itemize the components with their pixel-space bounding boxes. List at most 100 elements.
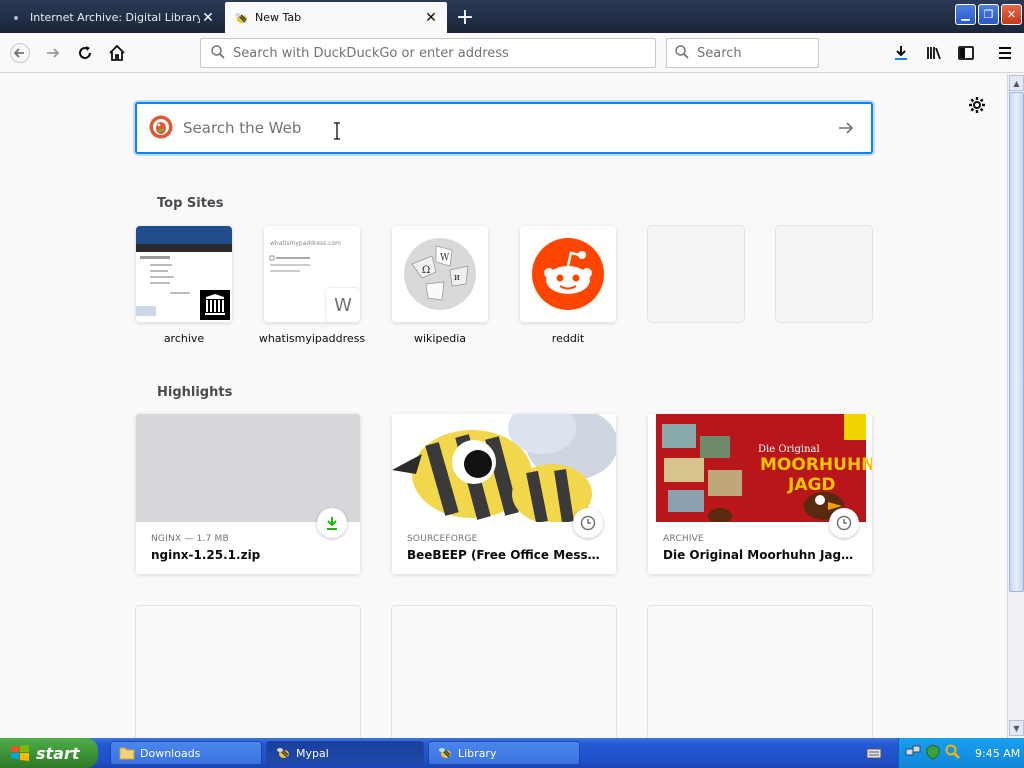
close-tab-icon[interactable]: ✕ <box>423 10 439 26</box>
top-sites-heading: Top Sites <box>157 196 224 211</box>
duckduckgo-logo-icon <box>149 115 173 142</box>
search-bar[interactable]: Search <box>666 38 819 68</box>
top-site-label: reddit <box>551 332 585 345</box>
keyboard-icon[interactable] <box>866 746 882 760</box>
highlights-heading: Highlights <box>157 385 233 400</box>
url-bar[interactable]: Search with DuckDuckGo or enter address <box>200 38 656 68</box>
clock-icon <box>829 508 859 538</box>
clock: 9:45 AM <box>975 746 1021 760</box>
sidebar-icon[interactable] <box>954 41 978 65</box>
top-site-empty-2[interactable] <box>776 226 872 322</box>
new-tab-plus-icon[interactable]: + <box>452 4 478 30</box>
top-site-label: archive <box>163 332 205 345</box>
highlight-card-empty <box>136 606 360 738</box>
taskbar-item-library[interactable]: Library <box>428 741 580 765</box>
top-site-wikipedia[interactable]: Ω W и <box>392 226 488 322</box>
tab-title: New Tab <box>255 11 302 24</box>
text-cursor-icon <box>332 122 342 140</box>
archive-dot-icon <box>8 10 24 26</box>
web-search-box[interactable]: Search the Web <box>135 102 873 154</box>
card-context: NGINX — 1.7 MB <box>151 534 229 544</box>
gear-icon[interactable] <box>966 94 988 116</box>
vertical-scrollbar[interactable]: ▲ ▼ <box>1007 74 1024 738</box>
card-title: nginx-1.25.1.zip <box>151 548 261 562</box>
highlight-card-empty <box>648 606 872 738</box>
start-label: start <box>36 743 80 763</box>
svg-text:W: W <box>440 253 450 263</box>
home-icon[interactable] <box>105 41 129 65</box>
task-label: Mypal <box>296 746 329 760</box>
bee-icon <box>233 10 249 26</box>
close-window-icon[interactable]: ✕ <box>1001 4 1022 25</box>
svg-text:и: и <box>454 273 460 283</box>
top-site-empty-1[interactable] <box>648 226 744 322</box>
back-arrow-icon[interactable] <box>8 41 32 65</box>
card-title: Die Original Moorhuhn Jagd - 2000 : Free… <box>663 548 859 562</box>
archive-logo-icon <box>198 288 232 322</box>
beebeep-bee-thumbnail <box>392 414 616 522</box>
downloads-icon[interactable] <box>889 41 913 65</box>
forward-arrow-icon[interactable] <box>41 41 65 65</box>
highlight-card-beebeep[interactable]: SOURCEFORGE BeeBEEP (Free Office Messeng… <box>392 414 616 574</box>
taskbar-item-mypal[interactable]: Mypal <box>266 741 424 765</box>
svg-text:JAGD: JAGD <box>787 475 836 495</box>
search-tray-icon[interactable] <box>945 744 961 763</box>
svg-text:Die Original: Die Original <box>758 444 820 455</box>
bee-icon <box>437 745 453 761</box>
card-title: BeeBEEP (Free Office Messenger) download… <box>407 548 603 562</box>
clock-icon <box>573 508 603 538</box>
highlight-card-empty <box>392 606 616 738</box>
scrollbar-thumb[interactable] <box>1009 92 1024 592</box>
archive-thumb-url-text: whatismypaddress.com <box>270 240 342 247</box>
network-icon[interactable] <box>905 744 921 763</box>
card-context: SOURCEFORGE <box>407 534 478 544</box>
windows-flag-icon <box>10 744 30 762</box>
download-icon <box>317 508 347 538</box>
tab-new-tab[interactable]: New Tab ✕ <box>225 2 447 33</box>
taskbar-item-downloads[interactable]: Downloads <box>110 741 262 765</box>
scroll-up-icon[interactable]: ▲ <box>1009 75 1024 91</box>
web-search-placeholder: Search the Web <box>183 119 302 137</box>
close-tab-icon[interactable]: ✕ <box>200 10 216 26</box>
top-site-reddit[interactable] <box>520 226 616 322</box>
top-site-whatismyipaddress[interactable]: whatismypaddress.com W <box>264 226 360 322</box>
security-shield-icon[interactable] <box>925 743 941 763</box>
reddit-logo-icon <box>520 226 616 322</box>
system-tray: 9:45 AM <box>898 738 1024 768</box>
tab-strip: Internet Archive: Digital Library of Fre… <box>0 0 1024 33</box>
wikipedia-globe-icon: Ω W и <box>392 226 488 322</box>
search-placeholder: Search <box>697 45 742 61</box>
windows-taskbar: start Downloads Mypal Library 9:45 AM <box>0 738 1024 768</box>
start-button[interactable]: start <box>0 738 98 768</box>
bee-icon <box>275 745 291 761</box>
card-context: ARCHIVE <box>663 534 704 544</box>
letter-w-icon: W <box>326 288 360 322</box>
hamburger-menu-icon[interactable] <box>993 41 1017 65</box>
search-icon <box>675 44 689 62</box>
svg-text:Ω: Ω <box>422 265 430 276</box>
library-icon[interactable] <box>922 41 946 65</box>
new-tab-page: Search the Web Top Sites whatismypaddres… <box>0 74 1007 738</box>
task-label: Downloads <box>140 746 201 760</box>
navigation-toolbar: Search with DuckDuckGo or enter address … <box>0 33 1024 73</box>
reload-icon[interactable] <box>73 41 97 65</box>
top-site-label: whatismyipaddress <box>258 332 366 345</box>
svg-text:MOORHUHN: MOORHUHN <box>760 455 872 475</box>
restore-icon[interactable]: ❐ <box>978 4 999 25</box>
top-site-label: wikipedia <box>413 332 466 345</box>
arrow-right-icon[interactable] <box>831 113 861 143</box>
search-icon <box>211 44 225 62</box>
top-site-archive[interactable] <box>136 226 232 322</box>
highlight-card-nginx[interactable]: NGINX — 1.7 MB nginx-1.25.1.zip <box>136 414 360 574</box>
url-placeholder: Search with DuckDuckGo or enter address <box>233 45 509 61</box>
highlight-card-moorhuhn[interactable]: MOORHUHN JAGD Die Original ARCHIVE Die O… <box>648 414 872 574</box>
task-label: Library <box>458 746 497 760</box>
tab-internet-archive[interactable]: Internet Archive: Digital Library of Fre… <box>0 2 224 33</box>
window-controls: ▁ ❐ ✕ <box>955 4 1022 25</box>
minimize-icon[interactable]: ▁ <box>955 4 976 25</box>
folder-icon <box>119 745 135 761</box>
scroll-down-icon[interactable]: ▼ <box>1009 720 1024 736</box>
tab-title: Internet Archive: Digital Library of Fre… <box>30 11 200 24</box>
card-thumbnail <box>136 414 360 522</box>
moorhuhn-cover-thumbnail: MOORHUHN JAGD Die Original <box>648 414 872 522</box>
